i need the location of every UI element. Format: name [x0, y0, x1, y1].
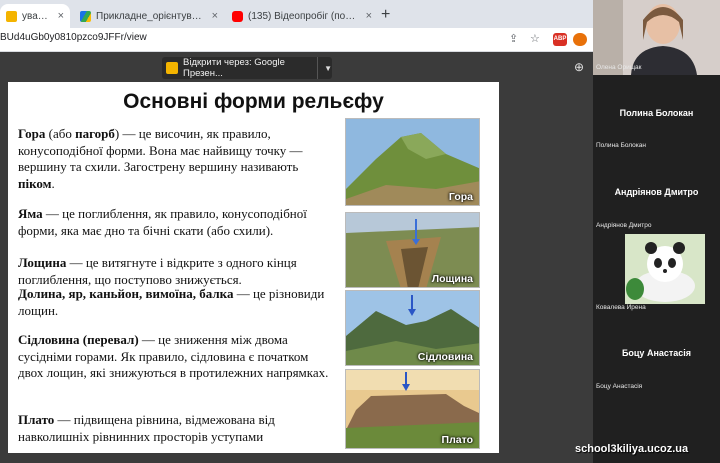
participant-tile-video[interactable]: Олена Орищак — [593, 0, 720, 75]
participant-label: Андріянов Дмитро — [596, 222, 652, 229]
paragraph-plateau: Плато — підвищена рівнина, відмежована в… — [18, 412, 336, 445]
youtube-icon — [232, 10, 243, 22]
photo-hollow: Лощина — [345, 212, 480, 288]
tab-title: Прикладне_орієнтування_3.ppt — [96, 10, 206, 22]
screen: ування_4.ppt × Прикладне_орієнтування_3.… — [0, 0, 720, 463]
tab-title: (135) Відеопробіг (повна дистан — [248, 10, 360, 22]
tab-orientation[interactable]: Прикладне_орієнтування_3.ppt × — [74, 4, 224, 28]
term: Плато — [18, 412, 55, 427]
extension-icon[interactable] — [573, 33, 587, 46]
term: Гора — [18, 126, 46, 141]
term: Сідловина (перевал) — [18, 332, 139, 347]
participant-name: Полина Болокан — [619, 108, 694, 118]
participant-label: Ковалева Ирена — [596, 304, 646, 311]
text: . — [51, 175, 55, 191]
share-page-icon[interactable]: ⇪ — [509, 32, 518, 46]
open-with-label: Відкрити через: Google Презен... — [183, 57, 285, 79]
participant-name: Боцу Анастасія — [621, 348, 692, 358]
participant-label: Боцу Анастасія — [596, 383, 643, 390]
tab-youtube[interactable]: (135) Відеопробіг (повна дистан × — [226, 4, 378, 28]
photo-caption: Сідловина — [417, 351, 473, 363]
bookmark-star-icon[interactable]: ☆ — [530, 32, 540, 46]
chevron-down-icon[interactable]: ▼ — [324, 64, 332, 73]
participant-tile[interactable]: Полина Болокан Полина Болокан — [593, 78, 720, 154]
tab-presentation[interactable]: ування_4.ppt × — [0, 4, 70, 28]
slides-icon — [166, 62, 178, 74]
close-icon[interactable]: × — [212, 10, 218, 22]
new-tab-button[interactable]: + — [381, 6, 390, 24]
photo-plateau: Плато — [345, 369, 480, 449]
slides-icon — [6, 10, 17, 22]
paragraph-mountain: Гора (або пагорб) — це височин, як прави… — [18, 126, 336, 192]
photo-caption: Гора — [448, 191, 473, 203]
text: — підвищена рівнина, відмежована від нав… — [18, 412, 275, 444]
photo-caption: Лощина — [431, 273, 473, 285]
paragraph-hollow: Лощина — це витягнуте і відкрите з одног… — [18, 255, 336, 288]
participant-tile-avatar[interactable]: Ковалева Ирена — [593, 234, 720, 312]
tab-title: ування_4.ppt — [22, 10, 52, 22]
text: (або — [45, 126, 76, 141]
share-screen-icon[interactable]: ⊕ — [574, 61, 584, 73]
participant-tile[interactable]: Андріянов Дмитро Андріянов Дмитро — [593, 156, 720, 232]
term: пагорб — [75, 126, 115, 141]
term: Долина, яр, каньйон, вимоїна, балка — [18, 286, 234, 301]
address-bar[interactable]: BUd4uGb0y0810pzco9JFFr/view ⇪ ☆ ABP — [0, 28, 593, 52]
participants-panel: Олена Орищак Полина Болокан Полина Болок… — [593, 0, 720, 463]
photo-mountain: Гора — [345, 118, 480, 206]
close-icon[interactable]: × — [366, 10, 372, 22]
participant-label: Олена Орищак — [596, 64, 642, 71]
participant-name: Андріянов Дмитро — [614, 187, 699, 197]
participant-label: Полина Болокан — [596, 142, 646, 149]
text: — це поглиблення, як правило, конусоподі… — [18, 206, 307, 238]
panda-avatar — [625, 234, 705, 304]
adblock-extension-icon[interactable]: ABP — [553, 33, 567, 46]
divider — [317, 57, 319, 79]
term: Лощина — [18, 255, 67, 270]
url-text[interactable]: BUd4uGb0y0810pzco9JFFr/view — [0, 32, 147, 43]
slide: Основні форми рельєфу Гора (або пагорб) … — [8, 82, 499, 453]
slide-title: Основні форми рельєфу — [123, 90, 384, 113]
paragraph-valley: Долина, яр, каньйон, вимоїна, балка — це… — [18, 286, 336, 319]
paragraph-saddle: Сідловина (перевал) — це зниження між дв… — [18, 332, 336, 382]
photo-caption: Плато — [441, 434, 473, 446]
term: Яма — [18, 206, 43, 221]
browser-tab-bar: ування_4.ppt × Прикладне_орієнтування_3.… — [0, 0, 593, 28]
paragraph-pit: Яма — це поглиблення, як правило, конусо… — [18, 206, 336, 239]
term: піком — [18, 175, 52, 191]
participant-tile[interactable]: Боцу Анастасія Боцу Анастасія — [593, 314, 720, 394]
drive-icon — [80, 10, 91, 22]
open-with-button[interactable]: Відкрити через: Google Презен... ▼ — [162, 57, 332, 79]
photo-saddle: Сідловина — [345, 290, 480, 366]
close-icon[interactable]: × — [58, 10, 64, 22]
watermark: school3kiliya.ucoz.ua — [575, 443, 689, 455]
